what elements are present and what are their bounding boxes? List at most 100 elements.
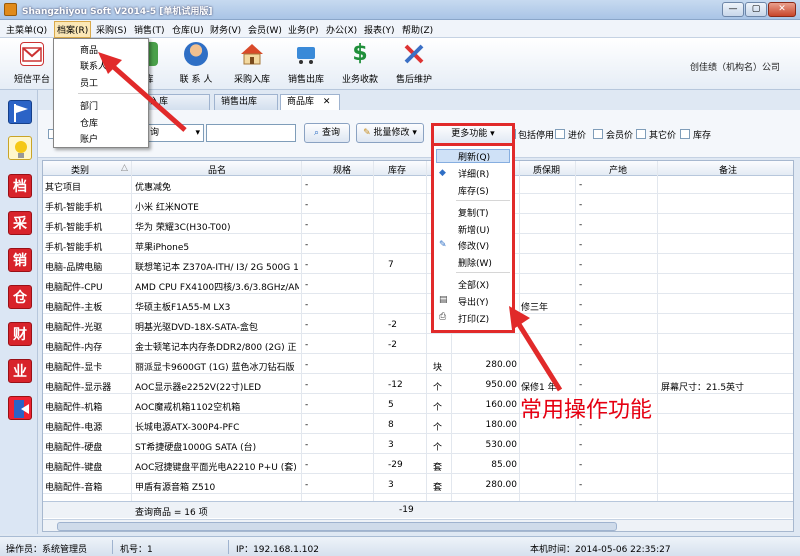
table-row[interactable]: 电脑配件-内存 金士顿笔记本内存条DDR2/800 (2G) 正 - -2- (43, 337, 793, 354)
cell-category: 电脑配件-硬盘 (45, 443, 103, 453)
company-name: 创佳绩（机构名）公司 (689, 63, 780, 73)
menu-item-all[interactable]: 全部(X) (458, 278, 489, 291)
sidebar-exit-icon[interactable] (8, 396, 32, 420)
menu-sales[interactable]: 销售(T) (134, 23, 165, 36)
col-category[interactable]: 类别 (71, 163, 89, 176)
archive-menu-account[interactable]: 账户 (80, 132, 98, 145)
col-name[interactable]: 品名 (208, 163, 226, 176)
product-grid: 类别 △ 品名 规格 库存 质保期 产地 备注 其它项目 优惠减免 - - 手机-智能手… (42, 160, 794, 532)
sidebar-flag-icon[interactable] (8, 100, 32, 124)
col-stock[interactable]: 库存 (388, 163, 406, 176)
menu-main[interactable]: 主菜单(Q) (6, 23, 47, 36)
cell-spec: - (305, 200, 309, 210)
table-row[interactable]: 电脑配件-机箱 AOC魔戒机箱1102空机箱 -5 个 160.00- (43, 397, 793, 414)
archive-menu-department[interactable]: 部门 (80, 99, 98, 112)
menu-item-copy[interactable]: 复制(T) (458, 206, 489, 219)
payment-button[interactable]: $ 业务收款 (330, 40, 390, 88)
menu-member[interactable]: 会员(W) (248, 23, 282, 36)
cell-stock: 3 (388, 440, 394, 450)
cell-spec: - (305, 240, 309, 250)
table-row[interactable]: 电脑配件-主板 华硕主板F1A55-M LX3 - 修三年 - (43, 297, 793, 314)
menu-archive[interactable]: 档案(R) (54, 21, 92, 38)
batch-edit-button[interactable]: ✎ 批量修改 ▾ (356, 123, 424, 143)
menu-warehouse[interactable]: 仓库(U) (172, 23, 204, 36)
table-row[interactable]: 手机-智能手机 小米 红米NOTE - - (43, 197, 793, 214)
sidebar-sales-icon[interactable]: 销 (8, 248, 32, 272)
menu-item-export[interactable]: 导出(Y) (458, 295, 489, 308)
table-row[interactable]: 电脑配件-硬盘 ST希捷硬盘1000G SATA (台) - 3 个 530.00 - (43, 437, 793, 454)
table-row[interactable]: 电脑配件-音箱 甲盾有源音箱 Z510 - 3 套 280.00 - (43, 477, 793, 494)
menu-item-stock[interactable]: 库存(S) (458, 184, 489, 197)
cell-name: 小米 红米NOTE (135, 203, 199, 213)
table-row[interactable]: 电脑配件-键盘 AOC冠捷键盘平面光电A2210 P+U (套) - -29 套 85.0… (43, 457, 793, 474)
query-field-select[interactable]: 询 ▾ (146, 124, 204, 142)
table-row[interactable]: 电脑配件-显示器 AOC显示器e2252V(22寸)LED - -12 个 950.00 保… (43, 377, 793, 394)
menu-item-add[interactable]: 新增(U) (458, 223, 490, 236)
table-row[interactable]: 电脑配件-电源 长城电源ATX-300P4-PFC -8 个 180.00- (43, 417, 793, 434)
menu-business[interactable]: 业务(P) (288, 23, 318, 36)
table-row[interactable]: 电脑配件-光驱 明基光驱DVD-18X-SATA-盒包 - -2 - (43, 317, 793, 334)
menu-item-delete[interactable]: 删除(W) (458, 256, 492, 269)
cell-name: AOC显示器e2252V(22寸)LED (135, 383, 262, 393)
table-row[interactable]: 电脑配件-CPU AMD CPU FX4100四核/3.6/3.8GHz/AM - - (43, 277, 793, 294)
more-functions-button[interactable]: 更多功能 ▾ (431, 123, 515, 145)
table-row[interactable]: 手机-智能手机 华为 荣耀3C(H30-T00) - - (43, 217, 793, 234)
sidebar-purchase-icon[interactable]: 采 (8, 211, 32, 235)
cell-price: 85.00 (491, 460, 517, 470)
purchase-in-button[interactable]: 采购入库 (222, 40, 282, 88)
menu-help[interactable]: 帮助(Z) (402, 23, 433, 36)
grid-header: 类别 △ 品名 规格 库存 质保期 产地 备注 (43, 161, 793, 176)
col-warranty[interactable]: 质保期 (533, 163, 560, 176)
horizontal-scrollbar[interactable] (43, 519, 793, 531)
menu-item-detail[interactable]: 详细(R) (458, 167, 489, 180)
cell-spec: - (305, 260, 309, 270)
menu-item-refresh[interactable]: 刷新(Q) (458, 150, 490, 163)
tab-close-icon[interactable]: ✕ (323, 97, 331, 107)
menu-report[interactable]: 报表(Y) (364, 23, 395, 36)
col-remark[interactable]: 备注 (719, 163, 737, 176)
menu-item-print[interactable]: 打印(Z) (458, 312, 489, 325)
tab-product-library[interactable]: 商品库 ✕ (280, 94, 340, 111)
menu-purchase[interactable]: 采购(S) (96, 23, 127, 36)
archive-menu-staff[interactable]: 员工 (80, 76, 98, 89)
menu-item-edit[interactable]: 修改(V) (458, 239, 489, 252)
sidebar-archive-icon[interactable]: 档 (8, 174, 32, 198)
after-sales-button[interactable]: 售后维护 (384, 40, 444, 88)
maximize-button[interactable]: ▢ (745, 2, 767, 17)
cell-origin: - (579, 340, 583, 350)
col-spec[interactable]: 规格 (333, 163, 351, 176)
cell-name: 华为 荣耀3C(H30-T00) (135, 223, 231, 233)
status-machine: 机号：1 (120, 545, 153, 555)
table-row[interactable]: 手机-智能手机 苹果iPhone5 - - (43, 237, 793, 254)
archive-menu-contacts[interactable]: 联系人 (80, 59, 107, 72)
tab-sales-out[interactable]: 销售出库 (214, 94, 278, 110)
table-row[interactable]: 电脑-品牌电脑 联想笔记本 Z370A-ITH/ I3/ 2G 500G 1(-7… (43, 257, 793, 274)
scrollbar-thumb[interactable] (57, 522, 617, 531)
cell-remark: 屏幕尺寸：21.5英寸 (661, 383, 745, 393)
table-row[interactable]: 电脑配件-显卡 丽派显卡9600GT (1G) 蓝色冰刀钻石版 - 块 280.00- (43, 357, 793, 374)
sidebar-warehouse-icon[interactable]: 仓 (8, 285, 32, 309)
archive-menu-warehouse[interactable]: 仓库 (80, 116, 98, 129)
sales-out-button[interactable]: 销售出库 (276, 40, 336, 88)
other-price-checkbox[interactable] (636, 129, 646, 139)
cell-category: 电脑配件-机箱 (45, 403, 103, 413)
status-ip: IP：192.168.1.102 (236, 545, 319, 555)
sidebar-business-icon[interactable]: 业 (8, 359, 32, 383)
cell-unit: 个 (433, 383, 443, 393)
minimize-button[interactable]: — (722, 2, 744, 17)
sidebar-bulb-icon[interactable] (8, 136, 32, 160)
col-origin[interactable]: 产地 (609, 163, 627, 176)
table-row[interactable]: 其它项目 优惠减免 - - (43, 177, 793, 194)
query-button[interactable]: ⌕ 查询 (304, 123, 350, 143)
purchase-price-checkbox[interactable] (555, 129, 565, 139)
menu-finance[interactable]: 财务(V) (210, 23, 241, 36)
menu-office[interactable]: 办公(X) (326, 23, 357, 36)
member-price-checkbox[interactable] (593, 129, 603, 139)
contacts-button[interactable]: 联 系 人 (166, 40, 226, 88)
stock-checkbox[interactable] (680, 129, 690, 139)
search-input[interactable] (206, 124, 296, 142)
include-disabled-label: 包括停用 (518, 131, 555, 141)
sidebar-finance-icon[interactable]: 财 (8, 322, 32, 346)
close-button[interactable]: ✕ (768, 2, 796, 17)
archive-menu-product[interactable]: 商品 (80, 43, 98, 56)
